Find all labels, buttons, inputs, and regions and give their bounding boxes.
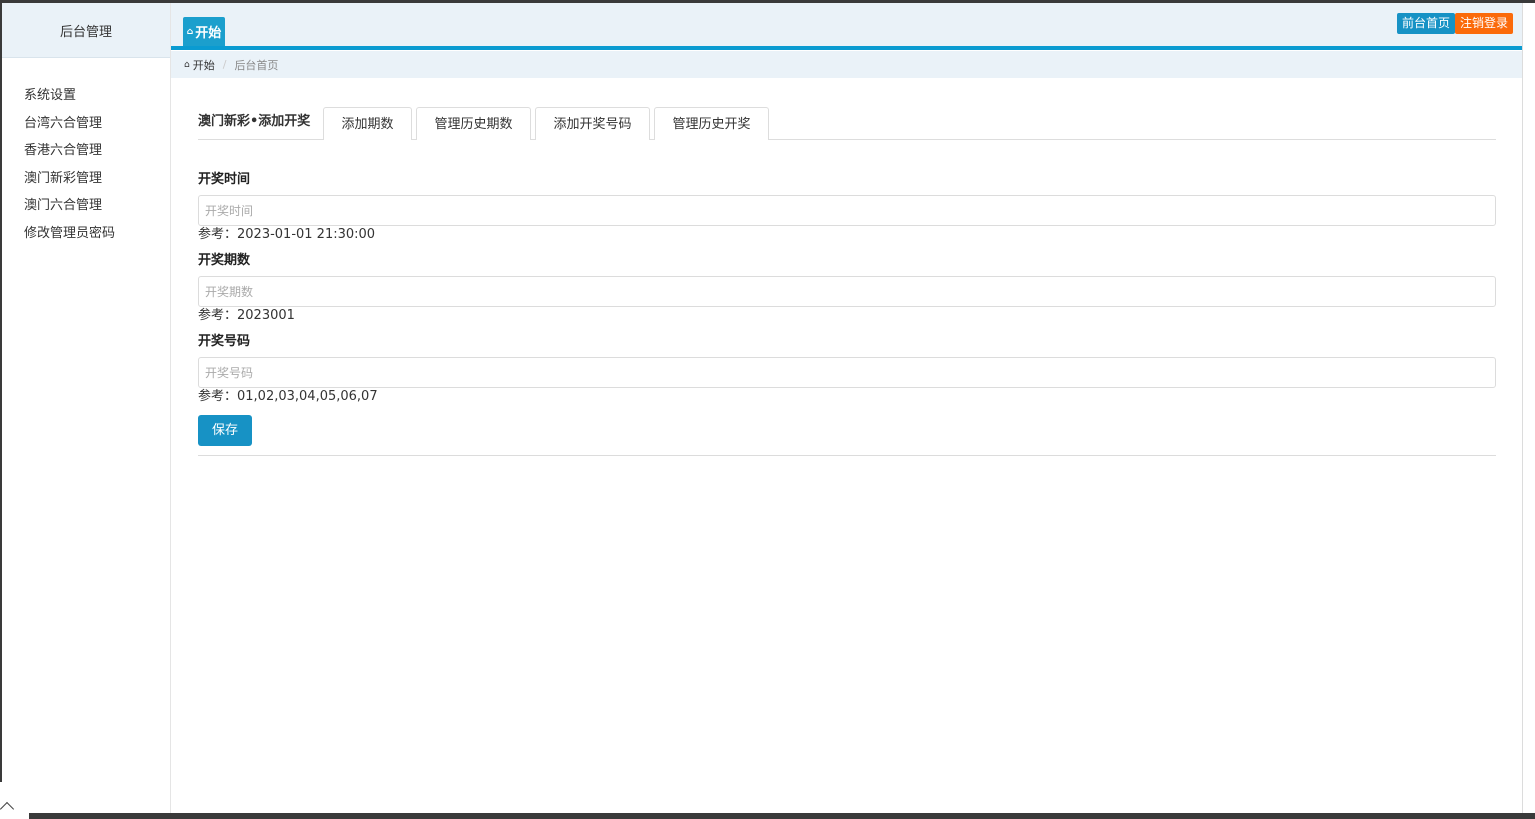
- page-title: 澳门新彩•添加开奖: [198, 114, 311, 129]
- main-content: 澳门新彩•添加开奖 添加期数 管理历史期数 添加开奖号码 管理历史开奖 开奖时间…: [198, 105, 1496, 456]
- tab-manage-periods[interactable]: 管理历史期数: [416, 107, 531, 140]
- sidebar-item-hongkong-lottery[interactable]: 香港六合管理: [2, 137, 170, 165]
- scroll-up-widget[interactable]: [0, 782, 29, 819]
- tab-manage-draws[interactable]: 管理历史开奖: [654, 107, 769, 140]
- sidebar-item-macau-new-lottery[interactable]: 澳门新彩管理: [2, 165, 170, 193]
- tab-bar: 澳门新彩•添加开奖 添加期数 管理历史期数 添加开奖号码 管理历史开奖: [198, 105, 1496, 140]
- draw-period-input[interactable]: [198, 276, 1496, 307]
- form-divider: [198, 455, 1496, 456]
- front-home-button[interactable]: 前台首页: [1397, 13, 1456, 34]
- draw-time-hint: 参考：2023-01-01 21:30:00: [198, 227, 376, 242]
- breadcrumb: ⌂ 开始 / 后台首页: [171, 51, 1523, 78]
- sidebar-item-taiwan-lottery[interactable]: 台湾六合管理: [2, 110, 170, 138]
- breadcrumb-start-link[interactable]: 开始: [193, 57, 215, 73]
- tab-add-period[interactable]: 添加期数: [323, 107, 412, 140]
- tab-start[interactable]: ⌂ 开始: [183, 17, 225, 46]
- breadcrumb-separator: /: [222, 58, 227, 71]
- home-icon: ⌂: [186, 26, 194, 37]
- tab-start-label: 开始: [195, 26, 222, 41]
- draw-numbers-input[interactable]: [198, 357, 1496, 388]
- vertical-scrollbar[interactable]: [1522, 3, 1535, 813]
- sidebar-item-system-settings[interactable]: 系统设置: [2, 82, 170, 110]
- breadcrumb-current: 后台首页: [234, 58, 279, 72]
- home-icon: ⌂: [184, 59, 190, 70]
- sidebar: 后台管理 系统设置 台湾六合管理 香港六合管理 澳门新彩管理 澳门六合管理 修改…: [2, 3, 171, 813]
- draw-form: 开奖时间 参考：2023-01-01 21:30:00 开奖期数 参考：2023…: [198, 170, 1496, 456]
- chevron-up-icon: [0, 801, 15, 817]
- window-bottom-edge: [0, 813, 1535, 819]
- draw-period-label: 开奖期数: [198, 253, 251, 268]
- sidebar-menu: 系统设置 台湾六合管理 香港六合管理 澳门新彩管理 澳门六合管理 修改管理员密码: [2, 82, 170, 247]
- draw-numbers-label: 开奖号码: [198, 334, 251, 349]
- save-button[interactable]: 保存: [198, 415, 252, 446]
- logout-button[interactable]: 注销登录: [1455, 13, 1514, 34]
- tab-add-draw-numbers[interactable]: 添加开奖号码: [535, 107, 650, 140]
- draw-numbers-hint: 参考：01,02,03,04,05,06,07: [198, 389, 378, 404]
- draw-time-input[interactable]: [198, 195, 1496, 226]
- draw-time-label: 开奖时间: [198, 172, 251, 187]
- draw-period-hint: 参考：2023001: [198, 308, 295, 323]
- sidebar-brand: 后台管理: [2, 3, 170, 58]
- top-header: ⌂ 开始 前台首页 注销登录: [171, 3, 1523, 50]
- sidebar-item-macau-lottery[interactable]: 澳门六合管理: [2, 192, 170, 220]
- sidebar-item-change-password[interactable]: 修改管理员密码: [2, 220, 170, 248]
